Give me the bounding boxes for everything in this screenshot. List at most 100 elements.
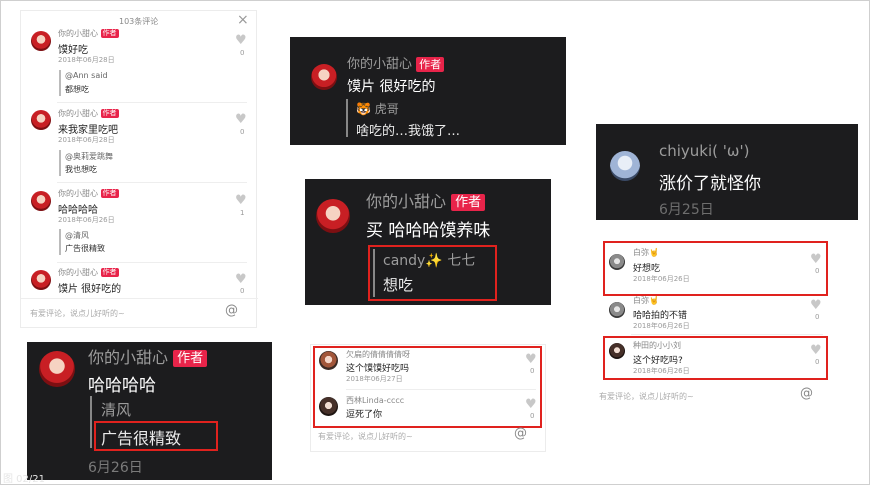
heart-icon[interactable]: ♥: [235, 33, 247, 48]
mention-icon[interactable]: @: [800, 386, 813, 401]
heart-icon[interactable]: ♥: [810, 298, 822, 313]
comment-author: 你的小甜心 作者: [88, 344, 208, 368]
comment-date: 2018年06月28日: [58, 136, 115, 144]
avatar[interactable]: [610, 151, 640, 181]
comment-author: 白弥🤘: [633, 296, 659, 305]
author-badge: 作者: [416, 57, 445, 72]
like-count: 0: [815, 313, 820, 321]
author-badge: 作者: [100, 189, 119, 198]
heart-icon[interactable]: ♥: [810, 343, 822, 358]
reply-text: 我也想吃: [65, 165, 97, 174]
comment-input[interactable]: 有爱评论，说点儿好听的~: [599, 391, 694, 402]
comment-author: 你的小甜心 作者: [366, 188, 486, 212]
avatar[interactable]: [609, 254, 625, 270]
avatar[interactable]: [316, 199, 350, 233]
author-badge: 作者: [173, 350, 208, 367]
avatar[interactable]: [319, 397, 338, 416]
divider: [57, 262, 247, 263]
avatar[interactable]: [311, 64, 337, 90]
mention-icon[interactable]: @: [225, 303, 238, 318]
avatar[interactable]: [609, 343, 625, 359]
reply-user: @Ann said: [65, 71, 108, 80]
comment-date: 6月26日: [88, 460, 143, 476]
reply-user: @奥莉爱跳舞: [65, 152, 113, 161]
comment-text: 这个馍馍好吃吗: [346, 364, 410, 374]
close-icon[interactable]: ×: [237, 12, 249, 28]
comment-text: 来我家里吃吧: [58, 125, 118, 136]
comment-text: 哈哈哈哈: [58, 205, 98, 216]
author-name: 你的小甜心: [347, 57, 413, 72]
comments-count-title: 103条评论: [119, 17, 159, 26]
comment-input[interactable]: 有爱评论，说点儿好听的~: [30, 308, 125, 319]
comment-input[interactable]: 有爱评论，说点儿好听的~: [318, 431, 413, 442]
divider: [57, 102, 247, 103]
comment-date: 2018年06月27日: [346, 375, 403, 383]
author-name: 你的小甜心: [88, 348, 169, 367]
avatar[interactable]: [31, 31, 51, 51]
comment-author: 白弥🤘: [633, 248, 659, 257]
avatar[interactable]: [39, 351, 75, 387]
heart-icon[interactable]: ♥: [525, 397, 537, 412]
reply-text: 都想吃: [65, 85, 89, 94]
heart-icon[interactable]: ♥: [810, 252, 822, 267]
author-name: 你的小甜心: [58, 109, 98, 118]
author-name: 你的小甜心: [58, 268, 98, 277]
comment-text: 涨价了就怪你: [659, 174, 761, 194]
reply-user: 虎哥: [374, 102, 399, 116]
mention-icon[interactable]: @: [514, 426, 527, 441]
divider: [57, 182, 247, 183]
heart-icon[interactable]: ♥: [525, 352, 537, 367]
author-name: 你的小甜心: [58, 189, 98, 198]
like-count: 1: [240, 209, 245, 217]
avatar[interactable]: [31, 270, 51, 290]
author-badge: 作者: [100, 109, 119, 118]
reply-user-row: 🐯 虎哥: [356, 100, 399, 117]
reply-text: 想吃: [383, 276, 414, 294]
comment-author: 你的小甜心 作者: [347, 53, 445, 72]
comment-text: 好想吃: [633, 264, 661, 274]
comment-date: 2018年06月26日: [58, 216, 115, 224]
watermark: 图 02/21: [3, 474, 45, 485]
comment-author: chiyuki( 'ω'): [659, 142, 750, 160]
author-badge: 作者: [100, 29, 119, 38]
comment-author: 你的小甜心 作者: [58, 108, 119, 119]
comment-text: 这个好吃吗?: [633, 356, 683, 366]
comment-panel-dark-3: 你的小甜心 作者 哈哈哈哈 清风 广告很精致 6月26日: [27, 342, 272, 480]
author-name: 你的小甜心: [366, 192, 447, 211]
divider: [631, 334, 823, 335]
comment-text: 逗死了你: [346, 410, 383, 420]
avatar[interactable]: [609, 302, 625, 318]
author-badge: 作者: [100, 268, 119, 277]
heart-icon[interactable]: ♥: [235, 272, 247, 287]
avatar[interactable]: [319, 351, 338, 370]
highlight-box: [94, 421, 218, 451]
divider: [346, 389, 536, 390]
author-name: 你的小甜心: [58, 29, 98, 38]
reply-quote: @清风 广告很精致: [59, 229, 209, 255]
avatar[interactable]: [31, 110, 51, 130]
reply-user: candy✨ 七七: [383, 253, 476, 269]
comment-date: 2018年06月28日: [58, 56, 115, 64]
comment-author: 你的小甜心 作者: [58, 28, 119, 39]
reply-quote: @奥莉爱跳舞 我也想吃: [59, 150, 209, 176]
reply-quote: 🐯 虎哥 啥吃的…我饿了…: [346, 99, 546, 139]
reply-user: @清风: [65, 231, 89, 240]
comment-text: 哈哈拍的不错: [633, 311, 688, 321]
comments-panel-secondary: 欠扁的倩倩倩倩呀 这个馍馍好吃吗 2018年06月27日 ♥ 0 西林Linda…: [310, 344, 546, 452]
comment-date: 2018年06月26日: [633, 322, 690, 330]
reply-quote: candy✨ 七七 想吃: [373, 249, 493, 297]
comment-author: 欠扁的倩倩倩倩呀: [346, 350, 410, 359]
heart-icon[interactable]: ♥: [235, 112, 247, 127]
like-count: 0: [815, 267, 820, 275]
author-badge: 作者: [451, 194, 486, 211]
heart-icon[interactable]: ♥: [235, 193, 247, 208]
comment-date: 2018年06月26日: [633, 367, 690, 375]
comment-date: 2018年06月26日: [633, 275, 690, 283]
divider: [21, 298, 258, 299]
comment-panel-dark-1: 你的小甜心 作者 馍片 很好吃的 🐯 虎哥 啥吃的…我饿了…: [290, 37, 566, 145]
comments-panel-main: 103条评论 × 你的小甜心 作者 馍好吃 2018年06月28日 ♥ 0 @A…: [20, 10, 258, 328]
reply-user: 清风: [101, 401, 132, 419]
avatar[interactable]: [31, 191, 51, 211]
comment-text: 馍片 很好吃的: [58, 284, 122, 295]
like-count: 0: [240, 49, 245, 57]
